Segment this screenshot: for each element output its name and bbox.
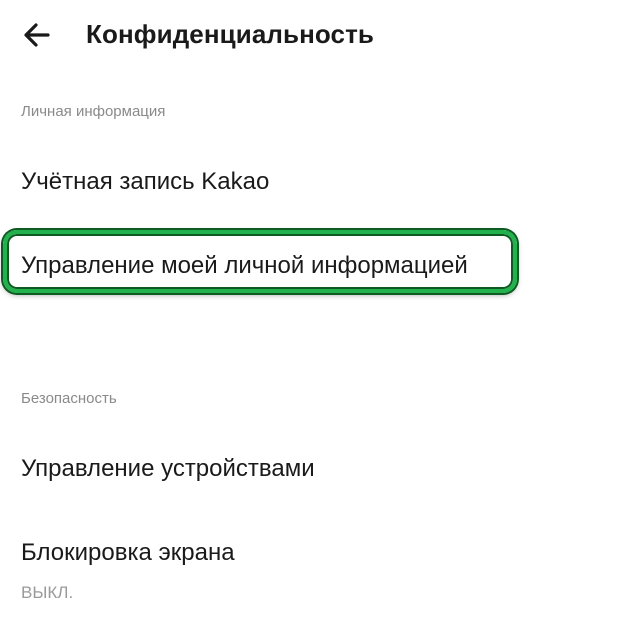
list-item-device-management[interactable]: Управление устройствами <box>0 438 624 500</box>
app-bar: Конфиденциальность <box>0 0 624 70</box>
list-item-manage-personal-info[interactable]: Управление моей личной информацией <box>0 234 624 294</box>
list-item-label: Учётная запись Kakao <box>21 168 270 195</box>
list-item-screen-lock[interactable]: Блокировка экрана ВЫКЛ. <box>0 522 624 612</box>
list-item-value: ВЫКЛ. <box>21 583 74 602</box>
list-item-label: Управление устройствами <box>21 455 315 482</box>
list-item-kakao-account[interactable]: Учётная запись Kakao <box>0 150 624 212</box>
list-item-label: Управление моей личной информацией <box>21 252 468 279</box>
page-title: Конфиденциальность <box>86 19 375 49</box>
arrow-left-icon <box>18 17 58 53</box>
section-label-personal-info: Личная информация <box>21 103 166 120</box>
back-button[interactable] <box>18 17 58 53</box>
list-item-label: Блокировка экрана <box>21 539 235 566</box>
section-label-security: Безопасность <box>21 390 117 407</box>
